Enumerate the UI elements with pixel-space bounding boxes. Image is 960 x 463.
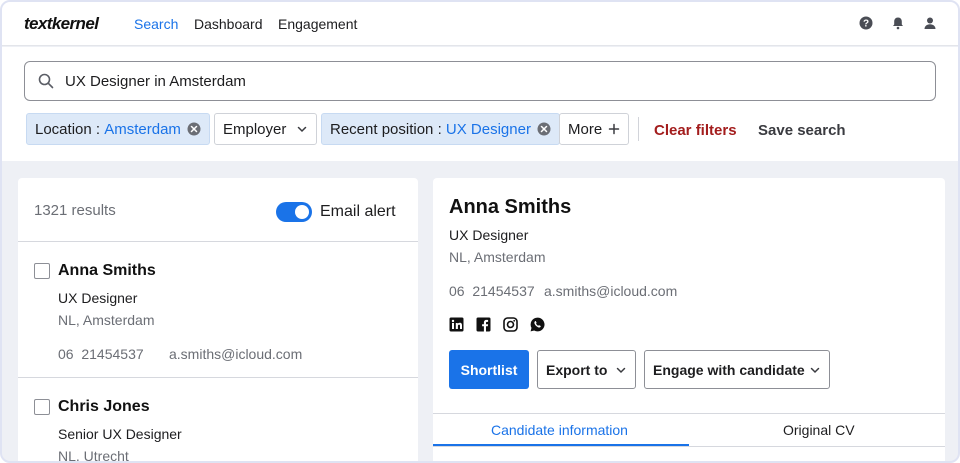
result-location: NL, Utrecht [58,448,129,463]
tabs-bottom-divider [433,446,945,447]
filter-chip-recent-position-label: Recent position : [330,120,446,138]
result-name[interactable]: Anna Smiths [58,262,156,280]
facebook-icon[interactable] [476,317,491,332]
chevron-down-icon [298,126,307,133]
filter-chip-location[interactable]: Location : Amsterdam [26,113,210,145]
search-area: UX Designer in Amsterdam Location : Amst… [2,47,958,161]
result-checkbox[interactable] [34,263,50,279]
results-count: 1321 results [34,202,116,219]
top-nav: textkernel Search Dashboard Engagement ? [2,2,958,46]
remove-filter-icon[interactable] [537,122,551,136]
shortlist-button[interactable]: Shortlist [449,350,529,389]
candidate-phone: 06 21454537 [449,283,535,299]
candidate-location: NL, Amsterdam [449,249,546,265]
result-role: UX Designer [58,290,138,306]
filter-chip-recent-position-value: UX Designer [445,120,531,138]
filter-chip-recent-position[interactable]: Recent position : UX Designer [321,113,560,145]
filter-chip-location-value: Amsterdam [104,120,181,138]
result-location: NL, Amsterdam [58,312,155,328]
clear-filters-button[interactable]: Clear filters [654,122,737,139]
filter-chip-location-label: Location : [35,120,105,138]
engage-with-candidate-button[interactable]: Engage with candidate [644,350,830,389]
chevron-down-icon [810,367,820,373]
result-checkbox[interactable] [34,399,50,415]
tabs-top-divider [433,413,945,414]
more-filters-button[interactable]: More [559,113,630,145]
filter-chip-employer-label: Employer [223,120,287,138]
svg-text:?: ? [863,19,869,30]
export-to-label: Export to [546,361,608,378]
search-input[interactable]: UX Designer in Amsterdam [24,61,936,101]
whatsapp-icon[interactable] [530,317,545,332]
engage-with-candidate-label: Engage with candidate [653,361,805,378]
toggle-knob [295,205,309,219]
results-panel: 1321 results Email alert Anna Smiths UX … [18,178,418,463]
nav-search[interactable]: Search [134,16,178,32]
linkedin-icon[interactable] [449,317,464,332]
remove-filter-icon[interactable] [187,122,201,136]
save-search-button[interactable]: Save search [758,122,846,139]
user-icon[interactable] [923,16,937,30]
more-filters-label: More [568,120,603,138]
nav-dashboard[interactable]: Dashboard [194,16,263,32]
email-alert-toggle[interactable] [276,202,312,222]
candidate-name: Anna Smiths [449,196,572,218]
filter-divider [638,117,639,141]
tab-candidate-information[interactable]: Candidate information [491,422,628,438]
logo: textkernel [24,14,99,33]
candidate-email: a.smiths@icloud.com [544,283,678,299]
instagram-icon[interactable] [503,317,518,332]
result-name[interactable]: Chris Jones [58,398,150,416]
search-query: UX Designer in Amsterdam [65,73,246,90]
results-divider [18,241,418,242]
app-window: textkernel Search Dashboard Engagement ?… [0,0,960,463]
filter-chip-employer[interactable]: Employer [214,113,318,145]
search-icon [38,73,54,89]
result-phone: 06 21454537 [58,346,144,362]
tab-original-cv[interactable]: Original CV [783,422,855,438]
plus-icon [608,123,620,135]
export-to-button[interactable]: Export to [537,350,636,389]
result-divider [18,377,418,378]
nav-engagement[interactable]: Engagement [278,16,357,32]
result-role: Senior UX Designer [58,426,182,442]
email-alert-label: Email alert [320,203,396,220]
bell-icon[interactable] [891,16,905,30]
candidate-role: UX Designer [449,227,529,243]
help-icon[interactable]: ? [859,16,873,30]
result-email: a.smiths@icloud.com [169,346,303,362]
candidate-detail-panel: Anna Smiths UX Designer NL, Amsterdam 06… [433,178,945,461]
chevron-down-icon [616,367,626,373]
social-links [449,317,545,332]
